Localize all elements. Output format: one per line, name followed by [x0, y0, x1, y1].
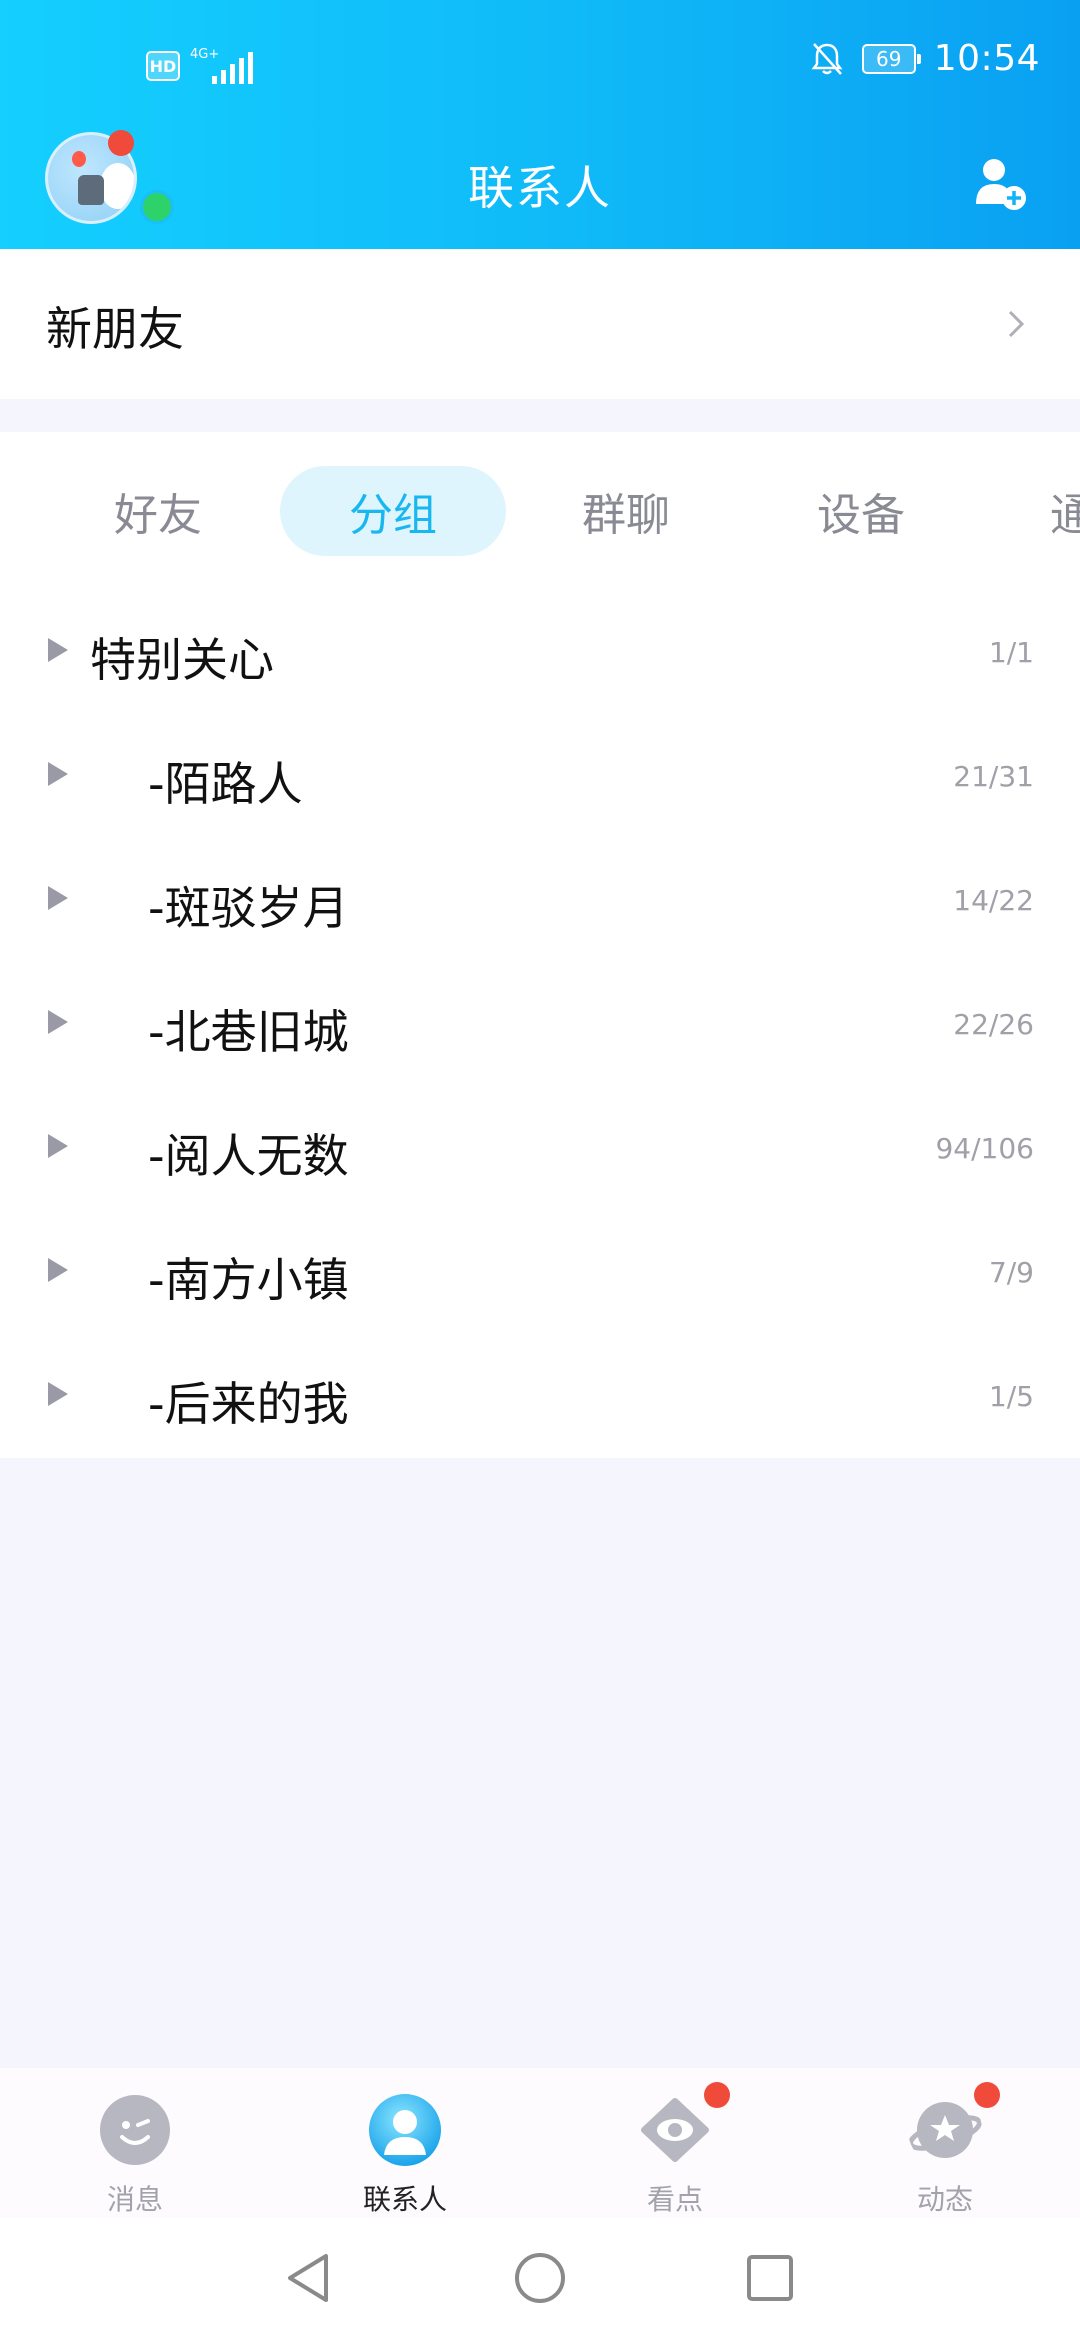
- group-name: -北巷旧城: [148, 1005, 349, 1059]
- title-row: 联系人: [0, 130, 1080, 249]
- group-count: 7/9: [988, 1256, 1034, 1289]
- tab-groups[interactable]: 分组: [280, 466, 506, 556]
- expand-arrow-icon: [48, 1382, 68, 1406]
- group-row[interactable]: -斑驳岁月 14/22: [0, 836, 1080, 960]
- tab-bar: 好友 分组 群聊 设备 通: [0, 466, 1080, 556]
- nav-messages-label: 消息: [106, 2183, 163, 2216]
- tab-contacts-book[interactable]: 通: [1000, 466, 1080, 556]
- nav-contacts-label: 联系人: [362, 2183, 447, 2216]
- eye-icon: [641, 2098, 709, 2162]
- recents-icon[interactable]: [740, 2248, 800, 2308]
- group-count: 21/31: [953, 760, 1034, 793]
- battery-icon: 69: [861, 43, 921, 74]
- tab-friends[interactable]: 好友: [45, 466, 271, 556]
- group-count: 1/5: [988, 1380, 1034, 1413]
- status-right: 69 10:54: [810, 38, 1040, 79]
- chevron-right-icon: [1008, 310, 1025, 338]
- tab-group-chats[interactable]: 群聊: [513, 466, 739, 556]
- new-friends-row[interactable]: 新朋友: [0, 249, 1080, 399]
- signal-icon: 4G+: [190, 48, 253, 84]
- expand-arrow-icon: [48, 638, 68, 662]
- expand-arrow-icon: [48, 762, 68, 786]
- group-row[interactable]: -南方小镇 7/9: [0, 1208, 1080, 1332]
- expand-arrow-icon: [48, 1010, 68, 1034]
- group-name: -斑驳岁月: [148, 881, 349, 935]
- clock: 10:54: [933, 38, 1040, 79]
- new-friends-label: 新朋友: [46, 302, 184, 356]
- system-nav-bar: [0, 2218, 1080, 2340]
- nav-messages[interactable]: 消息: [0, 2078, 270, 2218]
- hd-icon: HD: [146, 51, 180, 81]
- nav-moments-badge: [974, 2082, 1000, 2108]
- app-header: HD 4G+ 69 10:54 联系人: [0, 0, 1080, 249]
- group-name: -陌路人: [148, 757, 303, 811]
- group-name: -南方小镇: [148, 1253, 349, 1307]
- add-contact-icon[interactable]: [972, 154, 1032, 214]
- bottom-nav: 消息 联系人 看点 动态: [0, 2068, 1080, 2218]
- status-left: HD 4G+: [146, 48, 253, 84]
- nav-discover-label: 看点: [646, 2183, 703, 2216]
- back-icon[interactable]: [280, 2248, 340, 2308]
- planet-icon: [908, 2102, 982, 2158]
- group-count: 94/106: [935, 1132, 1034, 1165]
- expand-arrow-icon: [48, 1134, 68, 1158]
- contacts-panel: 好友 分组 群聊 设备 通 特别关心 1/1 -陌路人 21/31 -斑驳岁月 …: [0, 432, 1080, 1458]
- group-row[interactable]: 特别关心 1/1: [0, 588, 1080, 712]
- group-row[interactable]: -后来的我 1/5: [0, 1332, 1080, 1456]
- group-count: 14/22: [953, 884, 1034, 917]
- tab-devices[interactable]: 设备: [748, 466, 974, 556]
- home-icon[interactable]: [510, 2248, 570, 2308]
- group-count: 22/26: [953, 1008, 1034, 1041]
- nav-moments[interactable]: 动态: [810, 2078, 1080, 2218]
- nav-discover-badge: [704, 2082, 730, 2108]
- chat-icon: [100, 2095, 170, 2165]
- group-row[interactable]: -阅人无数 94/106: [0, 1084, 1080, 1208]
- expand-arrow-icon: [48, 1258, 68, 1282]
- group-name: 特别关心: [90, 633, 274, 687]
- page-title: 联系人: [468, 161, 612, 215]
- tab-contacts-book-label: 通: [1050, 490, 1080, 541]
- group-name: -后来的我: [148, 1377, 349, 1431]
- group-name: -阅人无数: [148, 1129, 349, 1183]
- group-row[interactable]: -陌路人 21/31: [0, 712, 1080, 836]
- battery-level: 69: [876, 46, 902, 71]
- mute-bell-icon: [811, 42, 843, 75]
- group-count: 1/1: [988, 636, 1034, 669]
- group-row[interactable]: -北巷旧城 22/26: [0, 960, 1080, 1084]
- nav-discover[interactable]: 看点: [540, 2078, 810, 2218]
- expand-arrow-icon: [48, 886, 68, 910]
- contacts-icon: [369, 2094, 441, 2166]
- status-bar: HD 4G+ 69 10:54: [0, 0, 1080, 130]
- nav-moments-label: 动态: [916, 2183, 973, 2216]
- nav-contacts[interactable]: 联系人: [270, 2078, 540, 2218]
